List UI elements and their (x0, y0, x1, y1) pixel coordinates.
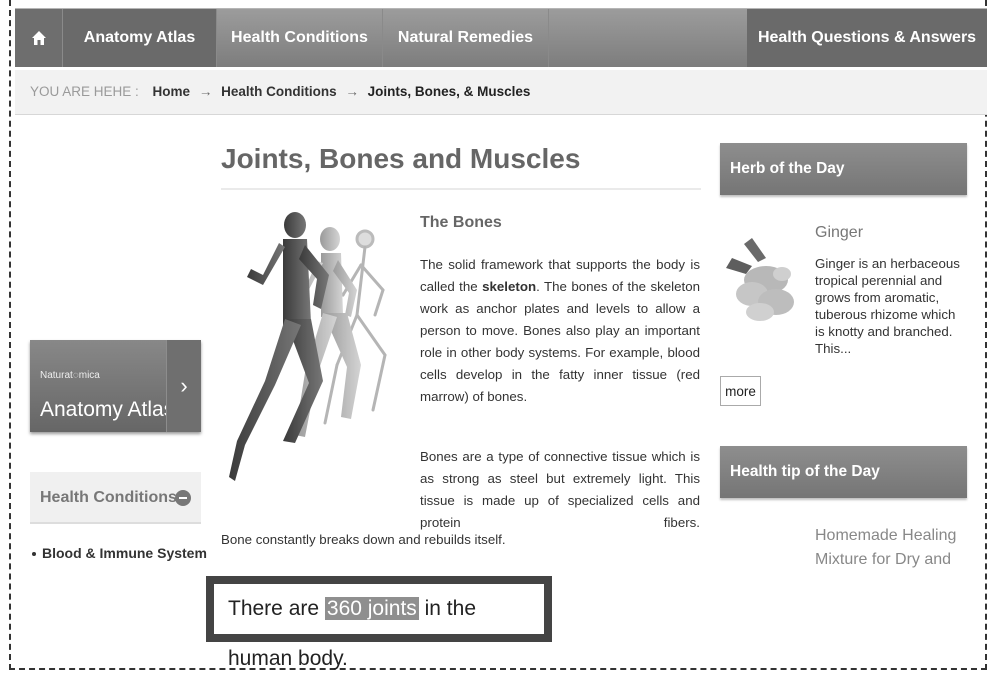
nav-natural-remedies[interactable]: Natural Remedies (383, 9, 549, 67)
naturatomica-logo: Naturat◌mica (40, 370, 100, 381)
herb-description: Ginger is an herbaceous tropical perenni… (815, 256, 960, 356)
joints-fact-callout: There are 360 joints in the human body. (206, 576, 552, 670)
running-anatomy-figures-image (229, 212, 387, 481)
ginger-image (726, 238, 794, 321)
health-tip-header: Health tip of the Day (720, 446, 967, 498)
breadcrumb-separator: → (198, 84, 213, 99)
section-heading-bones: The Bones (420, 214, 502, 231)
bones-paragraph-2-continued: Bone constantly breaks down and rebuilds… (221, 532, 506, 547)
callout-highlight: 360 joints (324, 597, 419, 620)
list-item-label: Blood & Immune System (42, 545, 207, 561)
anatomy-atlas-banner[interactable]: Naturat◌mica Anatomy Atlas › (30, 340, 201, 432)
bones-paragraph-1: The solid framework that supports the bo… (420, 254, 700, 408)
health-conditions-heading: Health Conditions (40, 489, 177, 506)
skeleton-bold-term: skeleton (482, 279, 537, 294)
breadcrumb-home-link[interactable]: Home (153, 84, 191, 99)
nav-home-button[interactable] (15, 9, 63, 67)
breadcrumb-current: Joints, Bones, & Muscles (367, 84, 531, 99)
bones-paragraph-2: Bones are a type of connective tissue wh… (420, 449, 700, 530)
collapse-minus-icon[interactable] (175, 490, 191, 506)
herb-name[interactable]: Ginger (815, 224, 863, 242)
top-navigation: Anatomy Atlas Health Conditions Natural … (15, 8, 987, 67)
anatomy-atlas-title: Anatomy Atlas (40, 398, 175, 421)
list-item-blood-immune[interactable]: Blood & Immune System (32, 545, 207, 561)
more-button[interactable]: more (720, 376, 761, 406)
nav-anatomy-atlas[interactable]: Anatomy Atlas (63, 9, 217, 67)
title-divider (221, 188, 701, 190)
health-conditions-panel: Health Conditions (30, 472, 201, 524)
health-tip-link[interactable]: Homemade Healing Mixture for Dry and (815, 524, 965, 572)
breadcrumb: YOU ARE HEHE : Home → Health Conditions … (15, 70, 987, 115)
chevron-right-icon[interactable]: › (166, 340, 201, 432)
text-span: . The bones of the skeleton work as anch… (420, 279, 700, 404)
breadcrumb-separator: → (345, 84, 359, 99)
bullet-icon (32, 552, 36, 557)
callout-text: There are (228, 597, 325, 620)
nav-health-qa[interactable]: Health Questions & Answers (747, 9, 987, 67)
herb-of-the-day-header: Herb of the Day (720, 143, 967, 195)
nav-health-conditions[interactable]: Health Conditions (217, 9, 383, 67)
page-title: Joints, Bones and Muscles (221, 143, 581, 174)
breadcrumb-health-conditions-link[interactable]: Health Conditions (221, 84, 337, 99)
home-icon (32, 31, 46, 45)
breadcrumb-label: YOU ARE HEHE : (30, 84, 139, 99)
